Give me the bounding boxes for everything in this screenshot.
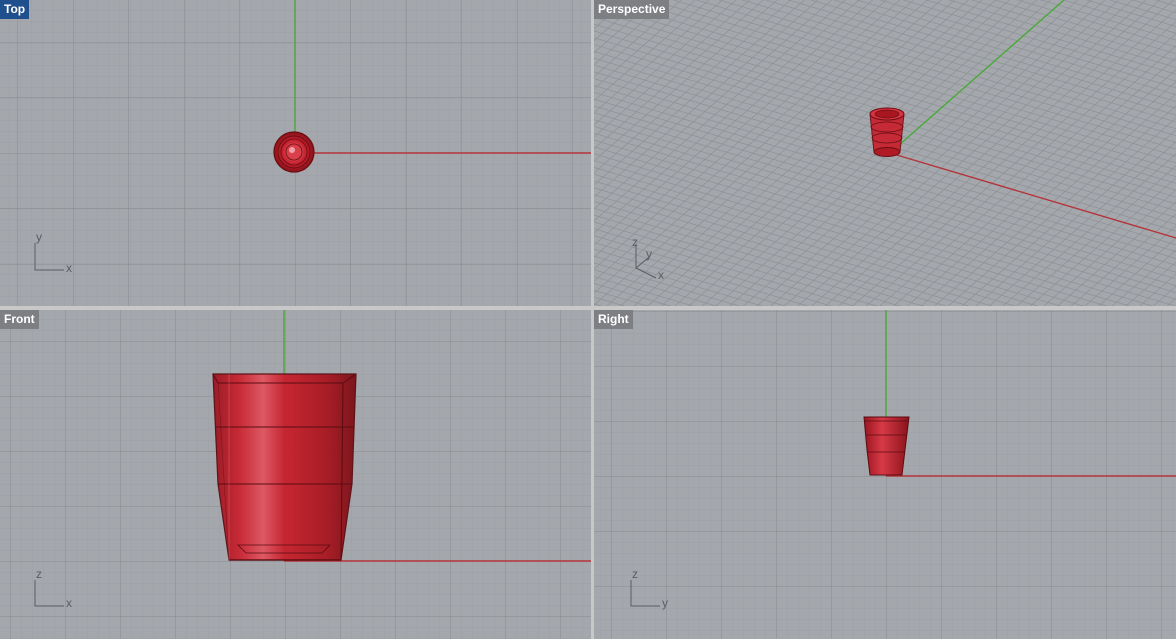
viewport-perspective[interactable]: z y x Perspective bbox=[594, 0, 1176, 306]
right-view-canvas[interactable]: z y bbox=[594, 310, 1176, 639]
svg-text:y: y bbox=[36, 230, 42, 244]
svg-text:x: x bbox=[66, 261, 72, 275]
cup-object-right[interactable] bbox=[863, 416, 910, 476]
cup-object-perspective[interactable] bbox=[869, 107, 905, 157]
viewport-title-top[interactable]: Top bbox=[0, 0, 30, 19]
viewport-title-front[interactable]: Front bbox=[0, 310, 39, 329]
cup-object-top[interactable] bbox=[273, 131, 315, 173]
svg-text:x: x bbox=[66, 596, 72, 610]
cup-object-front[interactable] bbox=[212, 373, 357, 561]
svg-text:y: y bbox=[646, 247, 652, 261]
top-view-canvas[interactable]: y x bbox=[0, 0, 591, 306]
viewport-right[interactable]: z y Right bbox=[594, 310, 1176, 639]
perspective-view-canvas[interactable]: z y x bbox=[594, 0, 1176, 306]
viewport-title-perspective[interactable]: Perspective bbox=[594, 0, 670, 19]
viewport-top[interactable]: y x Top bbox=[0, 0, 591, 306]
svg-text:z: z bbox=[36, 567, 42, 581]
svg-text:y: y bbox=[662, 596, 668, 610]
viewport-title-right[interactable]: Right bbox=[594, 310, 633, 329]
front-view-canvas[interactable]: z x bbox=[0, 310, 591, 639]
svg-text:x: x bbox=[658, 268, 664, 282]
svg-text:z: z bbox=[632, 567, 638, 581]
viewport-front[interactable]: z x Front bbox=[0, 310, 591, 639]
svg-text:z: z bbox=[632, 235, 638, 249]
